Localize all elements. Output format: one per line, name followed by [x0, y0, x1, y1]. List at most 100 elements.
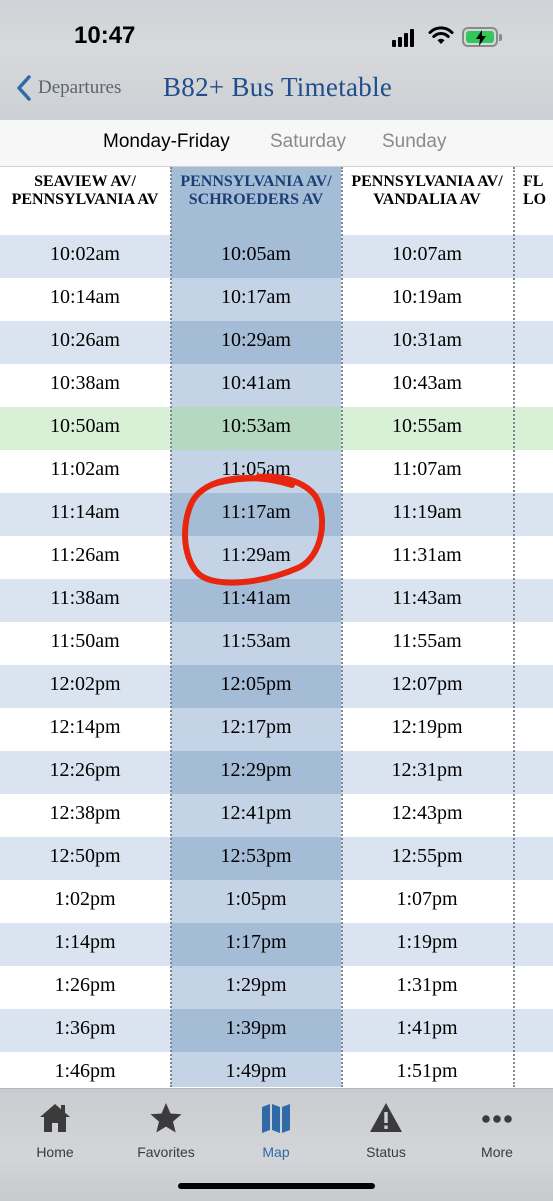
departure-time-text: 10:55am [392, 415, 462, 437]
departure-time-text: 10:31am [392, 329, 462, 351]
departure-time-text: 1:46pm [54, 1060, 116, 1082]
table-row[interactable]: 12:02pm 12:05pm 12:07pm [0, 665, 553, 708]
table-row[interactable]: 10:26am 10:29am 10:31am [0, 321, 553, 364]
column-divider [170, 167, 172, 1087]
departure-time: 11:26am [0, 536, 170, 579]
timetable[interactable]: SEAVIEW AV/ PENNSYLVANIA AV PENNSYLVANIA… [0, 167, 553, 1087]
departure-time-text: 1:41pm [396, 1017, 458, 1039]
departure-time-text: 10:17am [221, 286, 291, 308]
departure-time-text: 12:53pm [220, 845, 292, 867]
departure-time-text: 10:05am [221, 243, 291, 265]
departure-time-text: 12:07pm [391, 673, 463, 695]
departure-time: 12:41pm [171, 794, 341, 837]
tab-sunday[interactable]: Sunday [382, 131, 446, 153]
table-row[interactable]: 11:50am 11:53am 11:55am [0, 622, 553, 665]
tab-bar-status[interactable]: Status [336, 1101, 436, 1160]
table-row[interactable]: 11:14am 11:17am 11:19am [0, 493, 553, 536]
tab-bar-map[interactable]: Map [226, 1101, 326, 1160]
warning-icon [370, 1103, 402, 1132]
table-row[interactable]: 11:26am 11:29am 11:31am [0, 536, 553, 579]
column-header-pennsylvania-schroeders[interactable]: PENNSYLVANIA AV/ SCHROEDERS AV [171, 167, 341, 235]
departure-time: 11:05am [171, 450, 341, 493]
departure-time: 1:29pm [171, 966, 341, 1009]
table-row[interactable]: 11:38am 11:41am 11:43am [0, 579, 553, 622]
departure-time: 12:53pm [171, 837, 341, 880]
departure-time: 1:31pm [342, 966, 512, 1009]
home-indicator [178, 1183, 375, 1189]
departure-time-text: 12:05pm [220, 673, 292, 695]
departure-time: 1:07pm [342, 880, 512, 923]
departure-time: 12:02pm [0, 665, 170, 708]
table-row[interactable]: 10:14am 10:17am 10:19am [0, 278, 553, 321]
departure-time: 10:17am [171, 278, 341, 321]
table-row[interactable]: 11:02am 11:05am 11:07am [0, 450, 553, 493]
departure-time-text: 12:02pm [49, 673, 121, 695]
departure-time-text: 11:55am [392, 630, 462, 652]
column-header-line: VANDALIA AV [373, 191, 481, 208]
departure-time-text: 12:41pm [220, 802, 292, 824]
departure-time-text: 12:14pm [49, 716, 121, 738]
tab-bar-more[interactable]: More [447, 1101, 547, 1160]
column-header-seaview-pennsylvania[interactable]: SEAVIEW AV/ PENNSYLVANIA AV [0, 167, 170, 235]
table-row[interactable]: 1:46pm 1:49pm 1:51pm [0, 1052, 553, 1087]
table-row-current[interactable]: 10:50am 10:53am 10:55am [0, 407, 553, 450]
departure-time: 12:26pm [0, 751, 170, 794]
table-row[interactable]: 1:26pm 1:29pm 1:31pm [0, 966, 553, 1009]
departure-time: 1:02pm [0, 880, 170, 923]
departure-time-text: 11:31am [392, 544, 462, 566]
departure-time: 12:19pm [342, 708, 512, 751]
departure-time: 1:51pm [342, 1052, 512, 1087]
departure-time-text: 12:17pm [220, 716, 292, 738]
departure-time-text: 12:38pm [49, 802, 121, 824]
departure-time: 11:38am [0, 579, 170, 622]
tab-bar-label: Home [36, 1144, 74, 1160]
star-icon [150, 1103, 182, 1133]
table-row[interactable]: 10:38am 10:41am 10:43am [0, 364, 553, 407]
departure-time-text: 1:31pm [396, 974, 458, 996]
departure-time: 11:31am [342, 536, 512, 579]
tab-monday-friday[interactable]: Monday-Friday [103, 131, 230, 153]
departure-time: 11:43am [342, 579, 512, 622]
departure-time-text: 11:29am [221, 544, 291, 566]
table-row[interactable]: 12:50pm 12:53pm 12:55pm [0, 837, 553, 880]
column-header-line: LO [523, 191, 547, 208]
departure-time-text: 10:43am [392, 372, 462, 394]
departure-time-text: 12:43pm [391, 802, 463, 824]
table-row[interactable]: 1:36pm 1:39pm 1:41pm [0, 1009, 553, 1052]
departure-time: 11:19am [342, 493, 512, 536]
departure-time: 12:55pm [342, 837, 512, 880]
departure-time-text: 10:02am [50, 243, 120, 265]
departure-time-text: 11:07am [392, 458, 462, 480]
departure-time: 10:19am [342, 278, 512, 321]
chevron-left-icon [17, 75, 31, 101]
column-header-pennsylvania-vandalia[interactable]: PENNSYLVANIA AV/ VANDALIA AV [342, 167, 512, 235]
departure-time-text: 10:14am [50, 286, 120, 308]
table-row[interactable]: 1:02pm 1:05pm 1:07pm [0, 880, 553, 923]
departure-time-text: 10:19am [392, 286, 462, 308]
departure-time: 10:38am [0, 364, 170, 407]
departure-time: 1:36pm [0, 1009, 170, 1052]
table-row[interactable]: 12:26pm 12:29pm 12:31pm [0, 751, 553, 794]
table-row[interactable]: 1:14pm 1:17pm 1:19pm [0, 923, 553, 966]
departure-time: 11:02am [0, 450, 170, 493]
departure-time: 10:05am [171, 235, 341, 278]
back-label: Departures [38, 77, 122, 98]
departure-time-text: 10:26am [50, 329, 120, 351]
departure-time-text: 11:05am [221, 458, 291, 480]
departure-time: 10:14am [0, 278, 170, 321]
table-row[interactable]: 12:14pm 12:17pm 12:19pm [0, 708, 553, 751]
departure-time-text: 11:53am [221, 630, 291, 652]
departure-time: 1:26pm [0, 966, 170, 1009]
table-row[interactable]: 12:38pm 12:41pm 12:43pm [0, 794, 553, 837]
cellular-signal-icon [392, 29, 418, 47]
back-button[interactable]: Departures [16, 74, 121, 102]
departure-time-text: 11:50am [50, 630, 120, 652]
column-header-partial[interactable]: FL LO [523, 167, 553, 235]
tab-bar-favorites[interactable]: Favorites [116, 1101, 216, 1160]
tab-bar-home[interactable]: Home [5, 1101, 105, 1160]
departure-time: 11:41am [171, 579, 341, 622]
tab-saturday[interactable]: Saturday [270, 131, 346, 153]
departure-time: 10:26am [0, 321, 170, 364]
departure-time-text: 10:53am [221, 415, 291, 437]
table-row[interactable]: 10:02am 10:05am 10:07am [0, 235, 553, 278]
